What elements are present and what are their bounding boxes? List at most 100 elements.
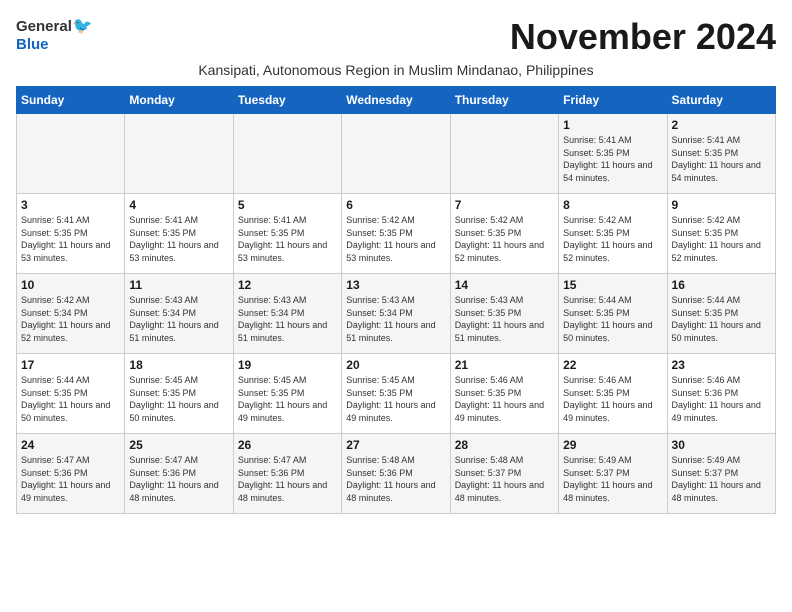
day-info: Sunrise: 5:45 AMSunset: 5:35 PMDaylight:… (129, 374, 228, 424)
day-number: 18 (129, 358, 228, 372)
day-number: 12 (238, 278, 337, 292)
day-info: Sunrise: 5:49 AMSunset: 5:37 PMDaylight:… (563, 454, 662, 504)
day-number: 8 (563, 198, 662, 212)
calendar-cell: 19Sunrise: 5:45 AMSunset: 5:35 PMDayligh… (233, 354, 341, 434)
day-number: 27 (346, 438, 445, 452)
calendar-cell (233, 114, 341, 194)
day-number: 10 (21, 278, 120, 292)
day-number: 5 (238, 198, 337, 212)
logo-blue-text: Blue (16, 36, 49, 53)
calendar-cell: 22 Sunrise: 5:46 AMSunset: 5:35 PMDayligh… (559, 354, 667, 434)
calendar-cell: 23 Sunrise: 5:46 AMSunset: 5:36 PMDayligh… (667, 354, 775, 434)
calendar-cell: 10 Sunrise: 5:42 AMSunset: 5:34 PMDayligh… (17, 274, 125, 354)
calendar-week-row: 24 Sunrise: 5:47 AMSunset: 5:36 PMDayligh… (17, 434, 776, 514)
weekday-header-saturday: Saturday (667, 87, 775, 114)
day-info: Sunrise: 5:46 AMSunset: 5:35 PMDaylight:… (455, 374, 554, 424)
calendar-cell: 18 Sunrise: 5:45 AMSunset: 5:35 PMDayligh… (125, 354, 233, 434)
day-info: Sunrise: 5:48 AMSunset: 5:36 PMDaylight:… (346, 454, 445, 504)
day-info: Sunrise: 5:43 AMSunset: 5:35 PMDaylight:… (455, 294, 554, 344)
day-info: Sunrise: 5:49 AMSunset: 5:37 PMDaylight:… (672, 454, 771, 504)
calendar-cell: 14 Sunrise: 5:43 AMSunset: 5:35 PMDayligh… (450, 274, 558, 354)
calendar-cell (125, 114, 233, 194)
calendar-cell: 4 Sunrise: 5:41 AMSunset: 5:35 PMDaylight… (125, 194, 233, 274)
logo-bird-icon: 🐦 (73, 16, 93, 36)
calendar-cell: 26 Sunrise: 5:47 AMSunset: 5:36 PMDayligh… (233, 434, 341, 514)
calendar-cell (450, 114, 558, 194)
calendar-table: SundayMondayTuesdayWednesdayThursdayFrid… (16, 86, 776, 514)
logo: General 🐦 Blue (16, 16, 93, 54)
day-info: Sunrise: 5:46 AMSunset: 5:35 PMDaylight:… (563, 374, 662, 424)
calendar-cell: 12 Sunrise: 5:43 AMSunset: 5:34 PMDayligh… (233, 274, 341, 354)
weekday-header-friday: Friday (559, 87, 667, 114)
day-info: Sunrise: 5:42 AMSunset: 5:35 PMDaylight:… (672, 214, 771, 264)
day-info: Sunrise: 5:41 AMSunset: 5:35 PMDaylight:… (129, 214, 228, 264)
day-number: 23 (672, 358, 771, 372)
day-number: 14 (455, 278, 554, 292)
calendar-cell: 17 Sunrise: 5:44 AMSunset: 5:35 PMDayligh… (17, 354, 125, 434)
day-info: Sunrise: 5:44 AMSunset: 5:35 PMDaylight:… (21, 374, 120, 424)
day-number: 15 (563, 278, 662, 292)
day-number: 17 (21, 358, 120, 372)
day-info: Sunrise: 5:45 AMSunset: 5:35 PMDaylight:… (346, 374, 445, 424)
calendar-cell: 27 Sunrise: 5:48 AMSunset: 5:36 PMDayligh… (342, 434, 450, 514)
calendar-cell: 2Sunrise: 5:41 AMSunset: 5:35 PMDaylight… (667, 114, 775, 194)
logo-general-text: General (16, 18, 72, 35)
day-number: 7 (455, 198, 554, 212)
day-number: 19 (238, 358, 337, 372)
day-info: Sunrise: 5:48 AMSunset: 5:37 PMDaylight:… (455, 454, 554, 504)
day-number: 1 (563, 118, 662, 132)
weekday-header-sunday: Sunday (17, 87, 125, 114)
day-info: Sunrise: 5:41 AMSunset: 5:35 PMDaylight:… (563, 134, 662, 184)
day-info: Sunrise: 5:47 AMSunset: 5:36 PMDaylight:… (238, 454, 337, 504)
calendar-cell: 30 Sunrise: 5:49 AMSunset: 5:37 PMDayligh… (667, 434, 775, 514)
page-header: General 🐦 Blue November 2024 (16, 16, 776, 58)
day-number: 20 (346, 358, 445, 372)
weekday-header-tuesday: Tuesday (233, 87, 341, 114)
calendar-cell: 28 Sunrise: 5:48 AMSunset: 5:37 PMDayligh… (450, 434, 558, 514)
day-number: 13 (346, 278, 445, 292)
calendar-cell (342, 114, 450, 194)
calendar-cell: 8Sunrise: 5:42 AMSunset: 5:35 PMDaylight… (559, 194, 667, 274)
calendar-cell: 29Sunrise: 5:49 AMSunset: 5:37 PMDayligh… (559, 434, 667, 514)
calendar-cell: 13 Sunrise: 5:43 AMSunset: 5:34 PMDayligh… (342, 274, 450, 354)
calendar-cell: 1 Sunrise: 5:41 AMSunset: 5:35 PMDaylight… (559, 114, 667, 194)
calendar-cell: 20 Sunrise: 5:45 AMSunset: 5:35 PMDayligh… (342, 354, 450, 434)
day-number: 4 (129, 198, 228, 212)
calendar-cell: 15 Sunrise: 5:44 AMSunset: 5:35 PMDayligh… (559, 274, 667, 354)
calendar-cell (17, 114, 125, 194)
day-info: Sunrise: 5:47 AMSunset: 5:36 PMDaylight:… (21, 454, 120, 504)
calendar-subtitle: Kansipati, Autonomous Region in Muslim M… (16, 62, 776, 78)
day-number: 3 (21, 198, 120, 212)
weekday-header-wednesday: Wednesday (342, 87, 450, 114)
day-info: Sunrise: 5:43 AMSunset: 5:34 PMDaylight:… (238, 294, 337, 344)
calendar-cell: 11 Sunrise: 5:43 AMSunset: 5:34 PMDayligh… (125, 274, 233, 354)
day-number: 16 (672, 278, 771, 292)
calendar-cell: 9Sunrise: 5:42 AMSunset: 5:35 PMDaylight… (667, 194, 775, 274)
day-number: 30 (672, 438, 771, 452)
day-info: Sunrise: 5:42 AMSunset: 5:35 PMDaylight:… (455, 214, 554, 264)
day-number: 21 (455, 358, 554, 372)
day-number: 28 (455, 438, 554, 452)
calendar-cell: 25Sunrise: 5:47 AMSunset: 5:36 PMDayligh… (125, 434, 233, 514)
weekday-header-row: SundayMondayTuesdayWednesdayThursdayFrid… (17, 87, 776, 114)
calendar-cell: 7 Sunrise: 5:42 AMSunset: 5:35 PMDaylight… (450, 194, 558, 274)
calendar-week-row: 10 Sunrise: 5:42 AMSunset: 5:34 PMDayligh… (17, 274, 776, 354)
weekday-header-monday: Monday (125, 87, 233, 114)
day-info: Sunrise: 5:43 AMSunset: 5:34 PMDaylight:… (346, 294, 445, 344)
calendar-cell: 21 Sunrise: 5:46 AMSunset: 5:35 PMDayligh… (450, 354, 558, 434)
calendar-week-row: 1 Sunrise: 5:41 AMSunset: 5:35 PMDaylight… (17, 114, 776, 194)
calendar-cell: 3 Sunrise: 5:41 AMSunset: 5:35 PMDaylight… (17, 194, 125, 274)
day-info: Sunrise: 5:46 AMSunset: 5:36 PMDaylight:… (672, 374, 771, 424)
day-number: 26 (238, 438, 337, 452)
day-info: Sunrise: 5:44 AMSunset: 5:35 PMDaylight:… (563, 294, 662, 344)
day-info: Sunrise: 5:42 AMSunset: 5:34 PMDaylight:… (21, 294, 120, 344)
day-info: Sunrise: 5:43 AMSunset: 5:34 PMDaylight:… (129, 294, 228, 344)
day-info: Sunrise: 5:42 AMSunset: 5:35 PMDaylight:… (346, 214, 445, 264)
day-info: Sunrise: 5:47 AMSunset: 5:36 PMDaylight:… (129, 454, 228, 504)
day-number: 11 (129, 278, 228, 292)
day-info: Sunrise: 5:41 AMSunset: 5:35 PMDaylight:… (21, 214, 120, 264)
day-number: 24 (21, 438, 120, 452)
day-number: 22 (563, 358, 662, 372)
calendar-cell: 6Sunrise: 5:42 AMSunset: 5:35 PMDaylight… (342, 194, 450, 274)
weekday-header-thursday: Thursday (450, 87, 558, 114)
